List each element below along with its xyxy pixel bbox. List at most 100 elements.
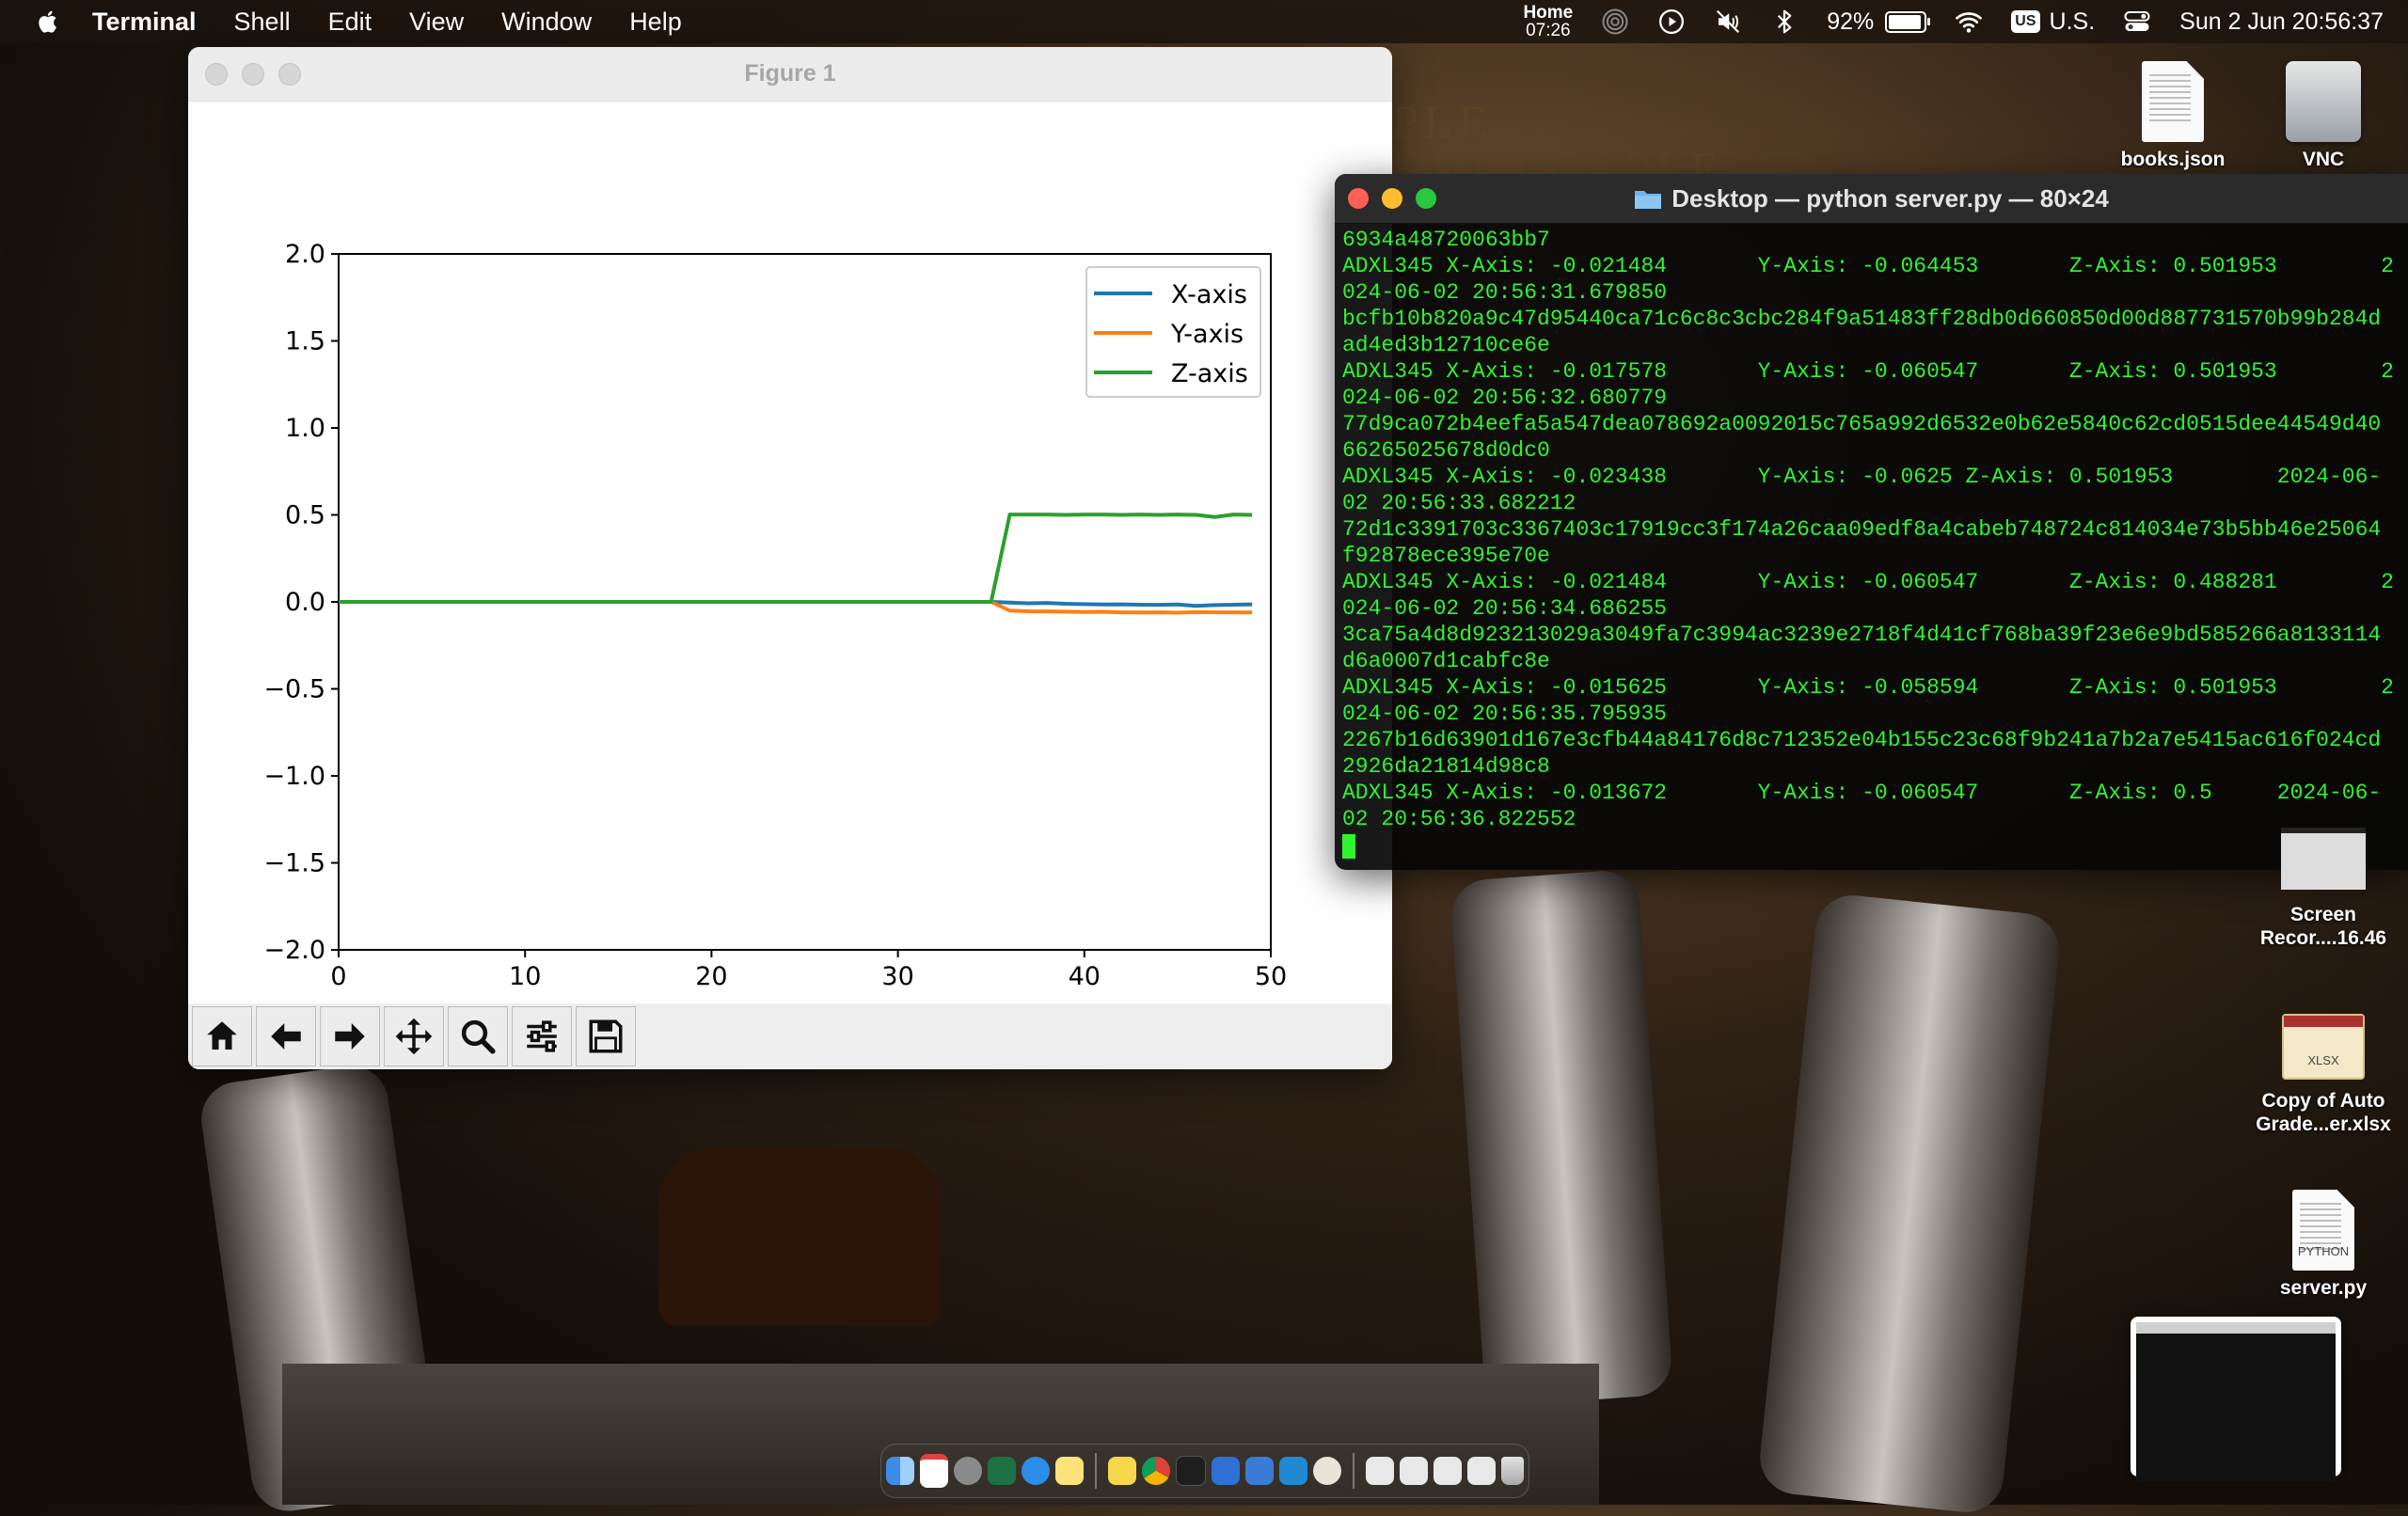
x-tick-label: 10 bbox=[509, 962, 541, 991]
folder-icon bbox=[1635, 191, 1662, 209]
terminal-line: bcfb10b820a9c47d95440ca71c6c8c3cbc284f9a… bbox=[1342, 307, 2382, 331]
legend-label: Z-axis bbox=[1171, 359, 1248, 388]
terminal-line: 02 20:56:36.822552 bbox=[1342, 807, 1576, 831]
safari-icon[interactable] bbox=[1022, 1457, 1050, 1485]
save-button[interactable] bbox=[576, 1006, 636, 1066]
notes-icon[interactable] bbox=[1055, 1457, 1084, 1485]
dock-separator bbox=[1353, 1453, 1354, 1489]
terminal-line: f92878ece395e70e bbox=[1342, 544, 1550, 568]
menu-bar: Terminal Shell Edit View Window Help Hom… bbox=[0, 0, 2408, 43]
trash-icon[interactable] bbox=[1501, 1457, 1524, 1485]
y-tick-label: −0.5 bbox=[263, 675, 325, 704]
y-tick-label: 0.0 bbox=[285, 588, 325, 617]
menu-shell[interactable]: Shell bbox=[215, 8, 309, 37]
close-button[interactable] bbox=[1348, 188, 1369, 209]
x-tick-label: 0 bbox=[330, 962, 346, 991]
clock[interactable]: Sun 2 Jun 20:56:37 bbox=[2179, 8, 2384, 36]
mute-icon[interactable] bbox=[1714, 8, 1742, 36]
now-playing-icon[interactable] bbox=[1657, 8, 1686, 36]
minimized-window-1[interactable] bbox=[1366, 1457, 1394, 1485]
forward-button[interactable] bbox=[320, 1006, 380, 1066]
input-source[interactable]: US U.S. bbox=[2011, 8, 2095, 36]
terminal-line: ADXL345 X-Axis: -0.023438 Y-Axis: -0.062… bbox=[1342, 465, 2382, 489]
terminal-window[interactable]: Desktop — python server.py — 80×24 6934a… bbox=[1335, 174, 2408, 870]
screenshot-thumbnail[interactable] bbox=[2131, 1317, 2341, 1482]
menu-view[interactable]: View bbox=[390, 8, 483, 37]
battery-icon bbox=[1885, 10, 1931, 33]
series-line-z-axis bbox=[339, 513, 1253, 604]
desktop-icon-vnc[interactable]: VNC bbox=[2243, 61, 2403, 171]
wallpaper-foot bbox=[658, 1147, 941, 1326]
wallpaper-column-mid bbox=[1449, 868, 1674, 1408]
home-button[interactable] bbox=[192, 1006, 252, 1066]
minimized-window-3[interactable] bbox=[1434, 1457, 1462, 1485]
desktop-icon-label: Copy of Auto Grade...er.xlsx bbox=[2256, 1090, 2391, 1135]
terminal-line: 3ca75a4d8d923213029a3049fa7c3994ac3239e2… bbox=[1342, 623, 2382, 647]
minimize-button[interactable] bbox=[1382, 188, 1402, 209]
desktop-icon-xlsx[interactable]: XLSX Copy of Auto Grade...er.xlsx bbox=[2243, 1014, 2403, 1136]
terminal-line: ad4ed3b12710ce6e bbox=[1342, 333, 1550, 357]
window-controls bbox=[205, 47, 301, 101]
terminal-line: 024-06-02 20:56:31.679850 bbox=[1342, 280, 1668, 305]
save-icon bbox=[589, 1019, 623, 1053]
terminal-line: 77d9ca072b4eefa5a547dea078692a0092015c76… bbox=[1342, 412, 2382, 436]
x-tick-label: 30 bbox=[881, 962, 913, 991]
x-tick-label: 50 bbox=[1255, 962, 1287, 991]
menu-help[interactable]: Help bbox=[610, 8, 701, 37]
terminal-line: 024-06-02 20:56:32.680779 bbox=[1342, 386, 1668, 410]
desktop-icon-server-py[interactable]: PYTHON server.py bbox=[2243, 1190, 2403, 1300]
excel-icon[interactable] bbox=[988, 1457, 1016, 1485]
control-center-icon[interactable] bbox=[2123, 8, 2151, 36]
chrome-icon[interactable] bbox=[1142, 1457, 1170, 1485]
calendar-icon[interactable] bbox=[920, 1454, 948, 1488]
close-button[interactable] bbox=[205, 62, 228, 86]
system-settings-icon[interactable] bbox=[954, 1457, 982, 1485]
terminal-line: 024-06-02 20:56:34.686255 bbox=[1342, 596, 1668, 621]
y-tick-label: 2.0 bbox=[285, 240, 325, 269]
terminal-icon[interactable] bbox=[1176, 1456, 1206, 1486]
menu-app-terminal[interactable]: Terminal bbox=[73, 8, 215, 37]
figure-titlebar[interactable]: Figure 1 bbox=[188, 47, 1392, 102]
desktop-icon-label: Screen Recor....16.46 bbox=[2259, 904, 2387, 949]
home-status[interactable]: Home 07:26 bbox=[1523, 4, 1573, 39]
minimized-window-2[interactable] bbox=[1400, 1457, 1428, 1485]
vscode-icon[interactable] bbox=[1279, 1457, 1307, 1485]
dock bbox=[880, 1444, 1529, 1498]
terminal-line: 2267b16d63901d167e3cfb44a84176d8c712352e… bbox=[1342, 728, 2382, 752]
zoom-button[interactable] bbox=[278, 62, 301, 86]
utility-app-icon[interactable] bbox=[1313, 1457, 1341, 1485]
apple-menu-icon[interactable] bbox=[36, 8, 62, 35]
terminal-line: 72d1c3391703c3367403c17919cc3f174a26caa0… bbox=[1342, 517, 2382, 542]
desktop-icon-books-json[interactable]: books.json bbox=[2093, 61, 2253, 171]
figure-title: Figure 1 bbox=[744, 60, 836, 87]
minimize-button[interactable] bbox=[242, 62, 264, 86]
back-button[interactable] bbox=[256, 1006, 316, 1066]
minimized-window-4[interactable] bbox=[1467, 1457, 1496, 1485]
line-chart[interactable]: 0 10 20 30 40 50 2.0 1.5 1.0 0.5 0.0 −0.5 −1.0 −1.5 −2… bbox=[188, 101, 1392, 1003]
terminal-titlebar[interactable]: Desktop — python server.py — 80×24 bbox=[1335, 174, 2408, 224]
zoom-button[interactable] bbox=[1416, 188, 1436, 209]
configure-subplots-icon bbox=[527, 1020, 557, 1052]
y-tick-label: 1.5 bbox=[285, 327, 325, 356]
pan-button[interactable] bbox=[384, 1006, 444, 1066]
dock-separator bbox=[1095, 1453, 1097, 1489]
terminal-output[interactable]: 6934a48720063bb7 ADXL345 X-Axis: -0.02148… bbox=[1335, 224, 2408, 859]
bluetooth-icon[interactable] bbox=[1770, 8, 1798, 36]
battery-status[interactable]: 92% bbox=[1827, 8, 1931, 36]
y-tick-label: 1.0 bbox=[285, 414, 325, 443]
configure-subplots-button[interactable] bbox=[512, 1006, 572, 1066]
wallpaper-column-left bbox=[196, 1061, 444, 1516]
vnc-viewer-icon[interactable] bbox=[1245, 1457, 1274, 1485]
stickies-icon[interactable] bbox=[1108, 1457, 1136, 1485]
finder-icon[interactable] bbox=[886, 1457, 914, 1485]
airdrop-icon[interactable] bbox=[1601, 8, 1629, 36]
zoom-to-rect-button[interactable] bbox=[448, 1006, 508, 1066]
desktop-icon-screen-recording[interactable]: Screen Recor....16.46 bbox=[2243, 828, 2403, 950]
forward-arrow-icon bbox=[335, 1023, 365, 1050]
menu-edit[interactable]: Edit bbox=[309, 8, 391, 37]
terminal-line: ADXL345 X-Axis: -0.013672 Y-Axis: -0.060… bbox=[1342, 781, 2382, 805]
wifi-icon[interactable] bbox=[1955, 8, 1983, 36]
terminal-cursor bbox=[1342, 834, 1355, 859]
menu-window[interactable]: Window bbox=[483, 8, 610, 37]
remote-desktop-icon[interactable] bbox=[1212, 1457, 1240, 1485]
